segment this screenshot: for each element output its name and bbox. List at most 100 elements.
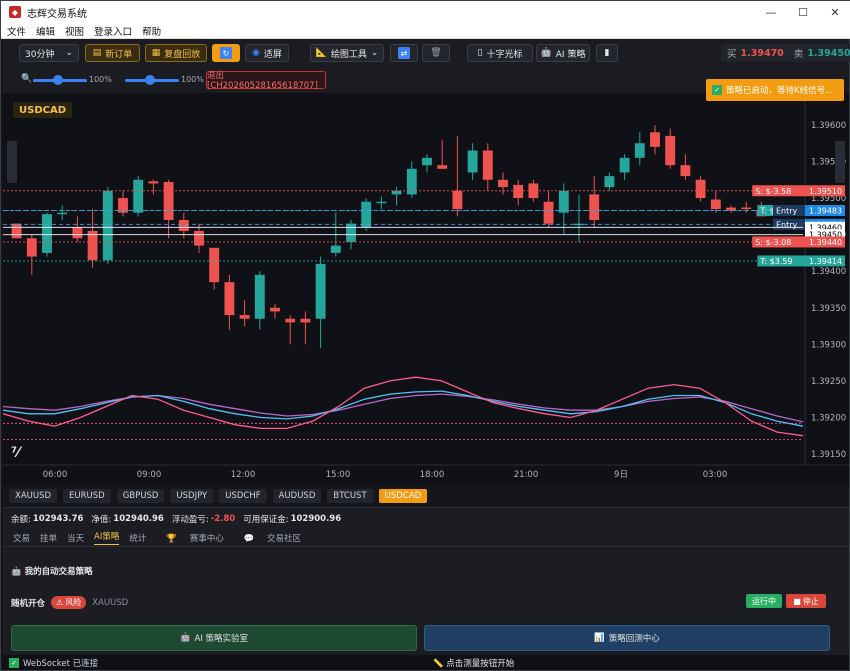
candle-body	[270, 307, 280, 312]
new-order-button[interactable]: ▤ 新订单	[85, 44, 140, 62]
candle-body	[163, 181, 174, 221]
backtest-button[interactable]: 📊 策略回测中心	[424, 625, 830, 651]
symbol-tab-usdcad[interactable]: USDCAD	[378, 489, 428, 503]
stop-button[interactable]: ■ 停止	[786, 594, 826, 608]
y-tick-label: 1.39250	[811, 377, 846, 387]
candle-body	[665, 135, 676, 166]
strategy-toast: ✓ 策略已启动，等待K线信号...	[706, 79, 844, 101]
candle-body	[11, 223, 22, 239]
panel-title: 🤖 我的自动交易策略	[11, 565, 93, 577]
symbol-tab-audusd[interactable]: AUDUSD	[272, 489, 322, 503]
tab-trade[interactable]: 交易	[13, 532, 30, 544]
tab-community[interactable]: 💬 交易社区	[234, 532, 301, 544]
crosshair-icon: ▯	[477, 48, 483, 58]
refresh-button[interactable]: ↻	[212, 44, 240, 62]
candle-body	[102, 190, 113, 261]
menu-bar: 文件 编辑 视图 登录入口 帮助	[1, 23, 850, 39]
price-axis-tag-text: 1.39414	[809, 257, 842, 266]
zoom-slider-right-knob[interactable]	[145, 75, 155, 85]
delete-button[interactable]: 🗑	[422, 44, 450, 62]
zoom-slider-left-knob[interactable]	[53, 75, 63, 85]
y-tick-label: 1.39350	[811, 304, 846, 314]
tab-ai-strategy[interactable]: AI策略	[94, 530, 120, 545]
chart-icon: 📊	[594, 633, 605, 643]
battery-button[interactable]: ▮	[596, 44, 618, 62]
tab-today[interactable]: 当天	[67, 532, 84, 544]
menu-edit[interactable]: 编辑	[30, 24, 59, 38]
toolbar: 30分钟 ⌄ ▤ 新订单 ▦ 复盘回放 ↻ ◉ 适屏 📐 绘图工具 ⌄ ⇄ 🗑	[3, 39, 850, 67]
symbol-tab-gbpusd[interactable]: GBPUSD	[116, 489, 165, 503]
chart-background	[3, 93, 849, 485]
draw-tools-label: 绘图工具	[330, 49, 367, 60]
candle-body	[376, 201, 387, 204]
refresh-icon: ↻	[220, 47, 232, 59]
y-tick-label: 1.39400	[811, 267, 846, 277]
x-tick-label: 18:00	[420, 470, 445, 480]
timeframe-value: 30分钟	[25, 49, 55, 60]
candle-body	[57, 212, 68, 215]
menu-view[interactable]: 视图	[59, 24, 88, 38]
swap-button[interactable]: ⇄	[390, 44, 418, 62]
candle-body	[498, 179, 508, 188]
ai-strategy-button[interactable]: 🤖 AI 策略	[536, 44, 590, 62]
fit-icon: ◉	[252, 48, 260, 58]
stop-label: 停止	[802, 596, 819, 606]
app-window: ◆ 志辉交易系统 — ☐ ✕ 文件 编辑 视图 登录入口 帮助 30分钟 ⌄ ▤…	[0, 0, 850, 671]
candle-body	[650, 132, 660, 147]
menu-file[interactable]: 文件	[1, 24, 30, 38]
y-tick-label: 1.39200	[811, 413, 846, 423]
candle-body	[361, 201, 372, 228]
ruler-icon: 📐	[315, 48, 327, 58]
symbol-tab-eurusd[interactable]: EURUSD	[63, 489, 111, 503]
tab-events[interactable]: 🏆 赛事中心	[156, 532, 223, 544]
running-status-button[interactable]: 运行中	[746, 594, 782, 608]
candle-body	[285, 318, 296, 323]
order-line-tag-text: Entry	[776, 220, 798, 229]
robot-icon: 🤖	[179, 633, 191, 643]
stop-icon: ■	[793, 596, 801, 606]
candle-body	[741, 207, 752, 210]
candle-body	[558, 190, 569, 213]
candlestick-chart[interactable]: 1.396001.395501.395001.394501.394001.393…	[2, 93, 849, 485]
close-button[interactable]: ✕	[819, 1, 850, 23]
candle-body	[695, 179, 706, 199]
candle-body	[224, 282, 235, 316]
candle-body	[422, 157, 432, 166]
fit-screen-button[interactable]: ◉ 适屏	[245, 44, 289, 62]
crosshair-button[interactable]: ▯ 十字光标	[467, 44, 533, 62]
balance-value: 102943.76	[32, 513, 84, 524]
maximize-button[interactable]: ☐	[787, 1, 819, 23]
check-icon: ✓	[712, 85, 722, 95]
draw-tools-select[interactable]: 📐 绘图工具 ⌄	[310, 44, 384, 62]
replay-button[interactable]: ▦ 复盘回放	[145, 44, 207, 62]
exit-replay-button[interactable]: 退出 [CH20260528165618707]	[206, 71, 326, 91]
measure-hint-text: 点击测量按钮开始	[446, 658, 515, 669]
floating-label: 浮动盈亏:	[171, 514, 209, 525]
ai-strategy-panel: 🤖 我的自动交易策略 随机开仓 ⚠ 风险 XAUUSD 运行中 ■ 停止 🤖 AI …	[3, 547, 849, 655]
x-tick-label: 15:00	[326, 470, 351, 480]
x-tick-label: 12:00	[231, 470, 256, 480]
symbol-tab-usdjpy[interactable]: USDJPY	[170, 489, 214, 503]
chart-area[interactable]: 1.396001.395501.395001.394501.394001.393…	[2, 93, 849, 485]
candle-body	[72, 227, 83, 239]
candle-body	[330, 245, 341, 253]
measure-hint: 📏 点击测量按钮开始	[433, 657, 514, 669]
document-icon: ▤	[92, 48, 102, 58]
menu-login[interactable]: 登录入口	[88, 24, 136, 38]
minimize-button[interactable]: —	[755, 1, 787, 23]
buy-quote[interactable]: 买 1.39470 卖 1.39450	[721, 44, 850, 62]
candle-body	[148, 181, 159, 184]
balance-label: 余额:	[11, 514, 31, 525]
tab-pending[interactable]: 挂单	[40, 532, 57, 544]
symbol-tab-xauusd[interactable]: XAUUSD	[9, 489, 58, 503]
tab-stats[interactable]: 统计	[129, 532, 146, 544]
strategy-name: 随机开仓	[11, 598, 46, 609]
symbol-tab-btcust[interactable]: BTCUST	[327, 489, 373, 503]
zoom-right-value: 100%	[181, 75, 204, 84]
buy-label: 买	[727, 49, 737, 60]
ai-lab-button[interactable]: 🤖 AI 策略实验室	[11, 625, 417, 651]
timeframe-select[interactable]: 30分钟 ⌄	[19, 44, 79, 62]
symbol-tab-usdchf[interactable]: USDCHF	[219, 489, 267, 503]
margin-value: 102900.96	[290, 513, 342, 524]
menu-help[interactable]: 帮助	[136, 24, 165, 38]
